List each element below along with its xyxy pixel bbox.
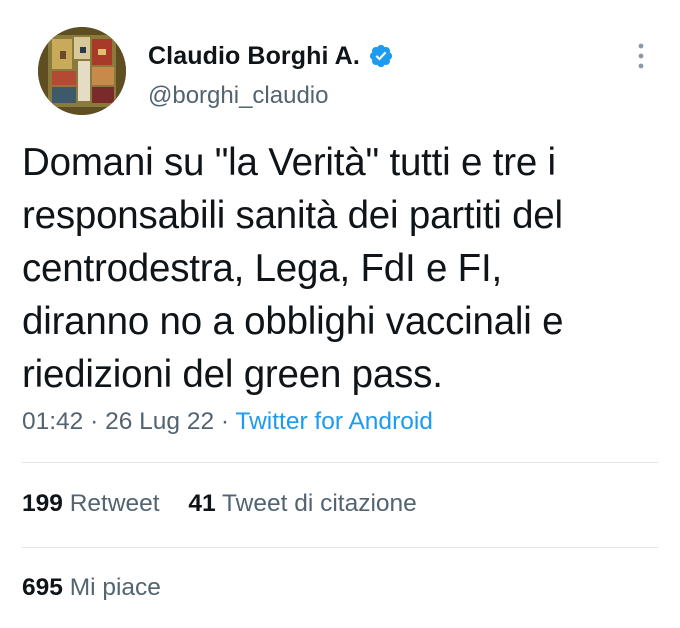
tweet-time[interactable]: 01:42 (22, 408, 83, 435)
retweets-stat[interactable]: 199 Retweet (22, 490, 166, 517)
likes-stat[interactable]: 695 Mi piace (22, 574, 161, 601)
retweets-label: Retweet (69, 490, 160, 517)
tweet-text: Domani su "la Verità" tutti e tre i resp… (22, 141, 564, 396)
divider (22, 547, 658, 548)
quotes-count: 41 (188, 490, 216, 517)
verified-badge-icon (368, 43, 394, 69)
quotes-label: Tweet di citazione (222, 490, 417, 517)
tweet-source-link[interactable]: Twitter for Android (235, 408, 432, 435)
quote-tweets-stat[interactable]: 41 Tweet di citazione (188, 490, 416, 517)
meta-separator: · (90, 408, 99, 435)
tweet-date[interactable]: 26 Lug 22 (105, 408, 214, 435)
tweet-metadata: 01:42 · 26 Lug 22 · Twitter for Android (22, 408, 433, 436)
tweet-card: Claudio Borghi A. @borghi_claudio Domani… (0, 0, 680, 628)
author-display-name[interactable]: Claudio Borghi A. (148, 42, 360, 71)
meta-separator: · (220, 408, 230, 435)
retweets-count: 199 (22, 490, 63, 517)
divider (22, 462, 658, 463)
likes-label: Mi piace (69, 574, 161, 601)
author-handle[interactable]: @borghi_claudio (148, 82, 328, 110)
author-name-row: Claudio Borghi A. (148, 38, 394, 74)
avatar[interactable] (38, 27, 126, 115)
likes-stats-row: 695 Mi piace (22, 574, 183, 602)
abstract-painting-avatar-icon (38, 27, 126, 115)
engagement-stats-row: 199 Retweet 41 Tweet di citazione (22, 490, 439, 518)
likes-count: 695 (22, 574, 63, 601)
more-vertical-icon[interactable] (626, 38, 656, 74)
